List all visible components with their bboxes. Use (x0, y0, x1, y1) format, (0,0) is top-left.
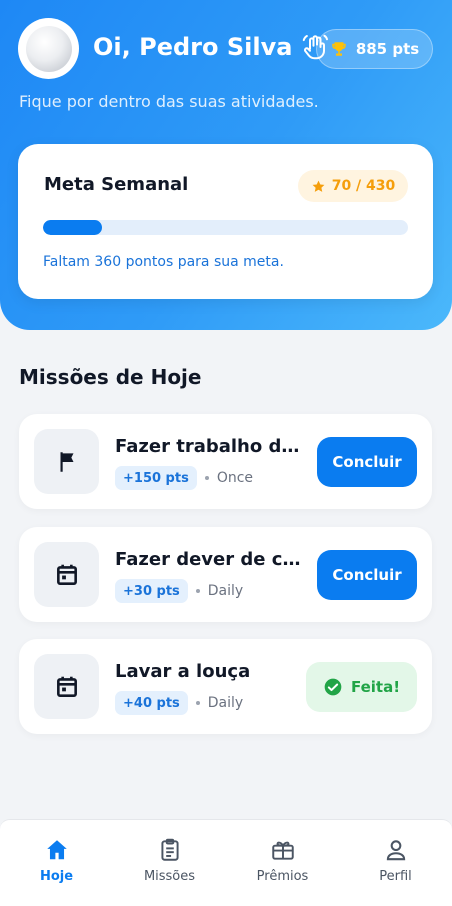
mission-frequency: Daily (207, 583, 244, 599)
mission-name: Lavar a louça (115, 661, 251, 682)
clipboard-icon (160, 838, 179, 861)
weekly-goal-card: Meta Semanal 70 / 430 Faltam 360 pontos … (18, 144, 433, 299)
points-value: 885 pts (355, 40, 420, 58)
mission-points: +150 pts (115, 466, 197, 490)
check-circle-icon (323, 677, 343, 697)
mission-name: Fazer trabalho de escola (115, 436, 305, 457)
header: Oi, Pedro Silva 885 pts Fique por dentro… (0, 0, 452, 330)
mission-frequency: Daily (207, 695, 244, 711)
goal-hint: Faltam 360 pontos para sua meta. (43, 254, 284, 270)
bottom-nav: Hoje Missões Prêmios Perfil (0, 819, 452, 906)
calendar-icon (56, 676, 77, 697)
mission-icon-box (34, 654, 99, 719)
mission-card: Fazer trabalho de escola +150 pts Once C… (19, 414, 432, 509)
mission-done-badge: Feita! (306, 662, 417, 712)
star-icon (311, 179, 326, 194)
mission-meta: +150 pts Once (115, 466, 253, 490)
avatar[interactable] (18, 18, 79, 79)
nav-item-missoes[interactable]: Missões (113, 820, 226, 906)
mission-meta: +30 pts Daily (115, 579, 243, 603)
separator-dot (195, 589, 200, 593)
separator-dot (204, 476, 209, 480)
flag-icon (60, 451, 73, 472)
goal-title: Meta Semanal (44, 174, 189, 195)
mission-name: Fazer dever de casa (115, 549, 305, 570)
nav-item-premios[interactable]: Prêmios (226, 820, 339, 906)
nav-label: Prêmios (256, 869, 309, 884)
nav-label: Hoje (39, 869, 74, 884)
person-icon (386, 840, 405, 861)
complete-mission-button[interactable]: Concluir (317, 437, 417, 487)
nav-item-perfil[interactable]: Perfil (339, 820, 452, 906)
greeting-text: Oi, Pedro Silva (93, 33, 293, 61)
nav-label: Missões (143, 869, 196, 884)
calendar-icon (56, 564, 77, 585)
mission-points: +40 pts (115, 691, 188, 715)
complete-mission-button[interactable]: Concluir (317, 550, 417, 600)
goal-progress-bar (43, 220, 408, 235)
home-icon (46, 840, 67, 860)
goal-progress-badge: 70 / 430 (298, 170, 408, 202)
greeting: Oi, Pedro Silva (93, 32, 330, 62)
mission-frequency: Once (216, 470, 254, 486)
gift-icon (271, 841, 294, 860)
done-label: Feita! (350, 678, 401, 696)
goal-badge-text: 70 / 430 (331, 178, 396, 194)
goal-progress-fill (43, 220, 103, 235)
mission-icon-box (34, 542, 99, 607)
trophy-icon (330, 40, 348, 58)
mission-meta: +40 pts Daily (115, 691, 243, 715)
mission-icon-box (34, 429, 99, 494)
separator-dot (195, 701, 200, 705)
nav-label: Perfil (379, 869, 412, 884)
mission-card: Fazer dever de casa +30 pts Daily Conclu… (19, 527, 432, 622)
points-badge[interactable]: 885 pts (316, 29, 433, 69)
nav-item-hoje[interactable]: Hoje (0, 820, 113, 906)
missions-section-title: Missões de Hoje (19, 365, 202, 389)
mission-card: Lavar a louça +40 pts Daily Feita! (19, 639, 432, 734)
mission-points: +30 pts (115, 579, 188, 603)
header-subtitle: Fique por dentro das suas atividades. (19, 92, 319, 111)
